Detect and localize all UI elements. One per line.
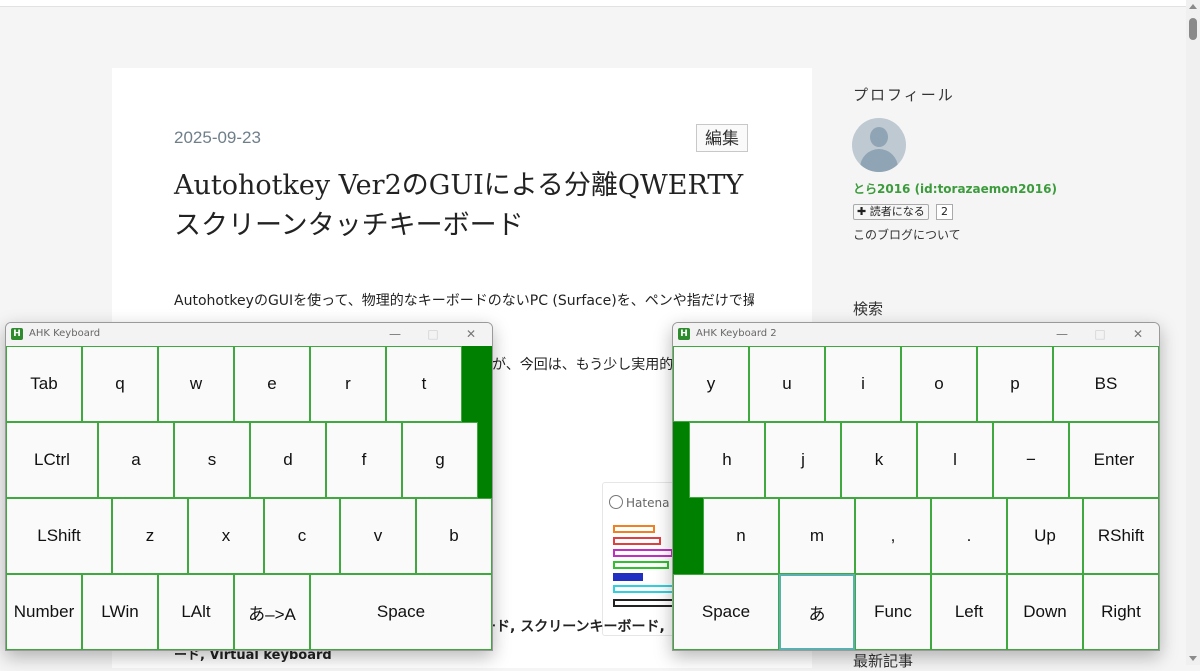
subscriber-count: 2 [936,204,953,220]
window-titlebar[interactable]: H AHK Keyboard 2 — □ ✕ [673,323,1159,346]
keyboard-grid-right: y u i o p BS h j k l − Enter n m,. Up RShift Space あ Func L… [673,346,1159,650]
key-tab[interactable]: Tab [6,346,82,422]
avatar[interactable] [852,118,906,172]
ahk-app-icon: H [678,328,690,340]
article-date[interactable]: 2025-09-23 [174,128,261,148]
keyboard-row: Space あ Func Left Down Right [673,574,1159,650]
key-p[interactable]: p [977,346,1053,422]
key-m[interactable]: m [779,498,855,574]
key-t[interactable]: t [386,346,462,422]
key-a[interactable]: a [98,422,174,498]
page-scrollbar[interactable] [1186,0,1200,665]
scroll-down-arrow-icon[interactable] [1189,656,1197,661]
key-g[interactable]: g [402,422,478,498]
ahk-app-icon: H [11,328,23,340]
keyboard-row: LCtrl a s d f g [6,422,492,498]
key-y[interactable]: y [673,346,749,422]
key-space[interactable]: Space [310,574,492,650]
key-comma[interactable]: , [855,498,931,574]
key-space[interactable]: Space [673,574,779,650]
key-lctrl[interactable]: LCtrl [6,422,98,498]
keyboard-split-gap [478,422,492,498]
key-lalt[interactable]: LAlt [158,574,234,650]
keyboard-split-gap [673,498,703,574]
keyboard-row: n m,. Up RShift [673,498,1159,574]
hatena-logo-icon [609,495,623,509]
key-w[interactable]: w [158,346,234,422]
key-v[interactable]: v [340,498,416,574]
key-rshift[interactable]: RShift [1083,498,1159,574]
key-x[interactable]: x [188,498,264,574]
key-l[interactable]: l [917,422,993,498]
key-up[interactable]: Up [1007,498,1083,574]
keyboard-row: y u i o p BS [673,346,1159,422]
key-kana[interactable]: あ [779,574,855,650]
keyboard-row: Number LWin LAlt あ–>A Space [6,574,492,650]
close-button[interactable]: ✕ [461,325,481,343]
browser-top-edge [0,0,1186,7]
ahk-keyboard-window-left[interactable]: H AHK Keyboard — □ ✕ Tab q w e r t LCtrl a s d f g L… [5,322,493,651]
maximize-button: □ [427,327,439,341]
window-title: AHK Keyboard 2 [696,328,777,339]
search-heading: 検索 [853,300,884,318]
minimize-button[interactable]: — [1052,325,1072,343]
key-r[interactable]: r [310,346,386,422]
edit-button[interactable]: 編集 [696,124,748,152]
keyboard-row: h j k l − Enter [673,422,1159,498]
article-paragraph: AutohotkeyのGUIを使って、物理的なキーボードのないPC (Surfa… [174,293,754,309]
user-profile-link[interactable]: とら2016 (id:torazaemon2016) [853,180,1057,197]
key-u[interactable]: u [749,346,825,422]
about-blog-link[interactable]: このブログについて [853,226,961,243]
keyboard-split-gap [462,346,492,422]
scroll-thumb[interactable] [1189,18,1197,40]
subscribe-button[interactable]: ✚ 読者になる [853,204,929,220]
key-c[interactable]: c [264,498,340,574]
profile-heading: プロフィール [853,86,955,104]
key-minus[interactable]: − [993,422,1069,498]
key-b[interactable]: b [416,498,492,574]
key-d[interactable]: d [250,422,326,498]
scroll-up-arrow-icon[interactable] [1189,4,1197,9]
article-keywords: ード, スクリーンキーボード, [482,619,665,635]
key-z[interactable]: z [112,498,188,574]
key-right[interactable]: Right [1083,574,1159,650]
window-titlebar[interactable]: H AHK Keyboard — □ ✕ [6,323,492,346]
key-number[interactable]: Number [6,574,82,650]
key-s[interactable]: s [174,422,250,498]
key-j[interactable]: j [765,422,841,498]
key-q[interactable]: q [82,346,158,422]
key-bs[interactable]: BS [1053,346,1159,422]
key-kana-to-alpha[interactable]: あ–>A [234,574,310,650]
article-paragraph-fragment: が、今回は、もう少し実用的な [492,357,688,373]
keyboard-grid-left: Tab q w e r t LCtrl a s d f g LShift z x c v b Number LWin L… [6,346,492,650]
keyboard-row: LShift z x c v b [6,498,492,574]
key-i[interactable]: i [825,346,901,422]
key-left[interactable]: Left [931,574,1007,650]
avatar-head-icon [870,127,888,147]
recent-posts-heading: 最新記事 [853,652,914,670]
keyboard-split-gap [673,422,689,498]
close-button[interactable]: ✕ [1128,325,1148,343]
key-enter[interactable]: Enter [1069,422,1159,498]
avatar-body-icon [860,149,898,172]
key-k[interactable]: k [841,422,917,498]
key-func[interactable]: Func [855,574,931,650]
ahk-keyboard-window-right[interactable]: H AHK Keyboard 2 — □ ✕ y u i o p BS h j k l − Enter… [672,322,1160,651]
key-lwin[interactable]: LWin [82,574,158,650]
minimize-button[interactable]: — [385,325,405,343]
key-n[interactable]: n [703,498,779,574]
key-e[interactable]: e [234,346,310,422]
window-title: AHK Keyboard [29,328,101,339]
key-o[interactable]: o [901,346,977,422]
key-period[interactable]: . [931,498,1007,574]
key-h[interactable]: h [689,422,765,498]
key-down[interactable]: Down [1007,574,1083,650]
key-lshift[interactable]: LShift [6,498,112,574]
article-title[interactable]: Autohotkey Ver2のGUIによる分離QWERTYスクリーンタッチキー… [174,166,754,246]
maximize-button: □ [1094,327,1106,341]
key-f[interactable]: f [326,422,402,498]
keyboard-row: Tab q w e r t [6,346,492,422]
